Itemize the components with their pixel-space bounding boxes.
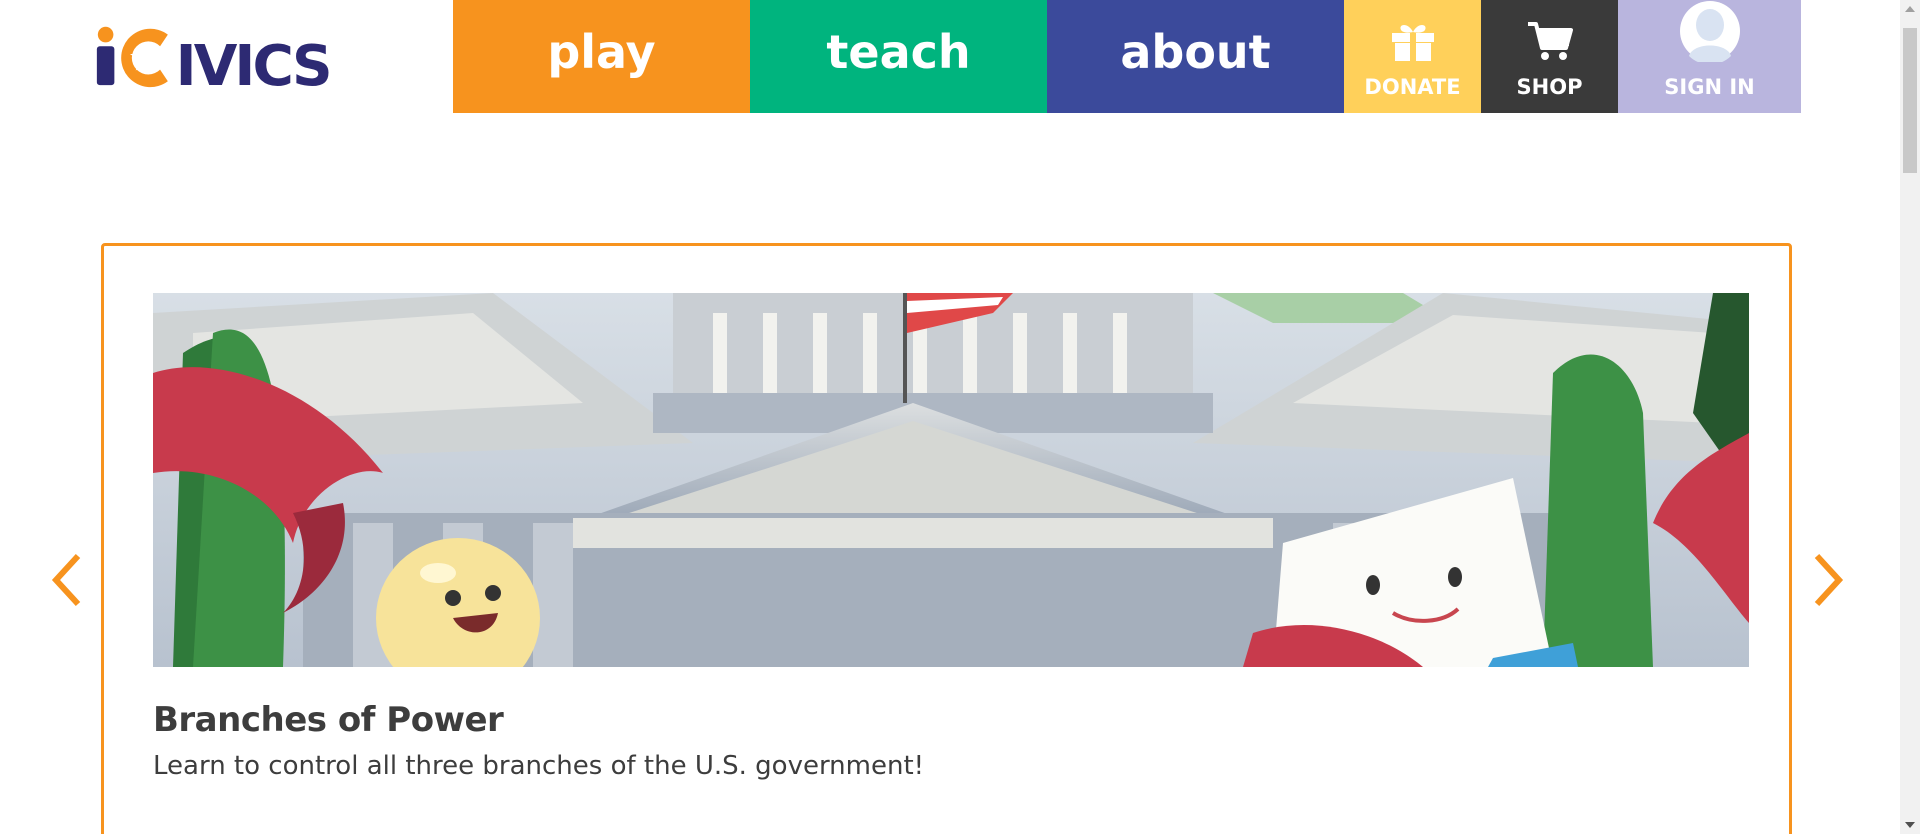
carousel-next-button[interactable] — [1805, 552, 1849, 608]
scroll-thumb[interactable] — [1903, 28, 1917, 173]
nav-about-label: about — [1120, 24, 1271, 79]
nav-shop-label: SHOP — [1516, 75, 1583, 99]
chevron-left-icon — [51, 553, 81, 607]
slide-title: Branches of Power — [153, 700, 504, 740]
nav-donate[interactable]: DONATE — [1344, 0, 1481, 113]
shopping-cart-icon — [1526, 20, 1574, 67]
page: IVICS play teach about DONATE SHOP SIGN … — [0, 0, 1920, 834]
nav-play-label: play — [547, 24, 656, 79]
nav-signin-label: SIGN IN — [1664, 75, 1755, 99]
slide-description: Learn to control all three branches of t… — [153, 751, 925, 781]
nav-play[interactable]: play — [453, 0, 750, 113]
nav-teach[interactable]: teach — [750, 0, 1047, 113]
nav-donate-label: DONATE — [1364, 75, 1461, 99]
gift-icon — [1390, 22, 1436, 67]
scroll-down-icon[interactable] — [1905, 822, 1915, 828]
svg-text:IVICS: IVICS — [176, 34, 330, 90]
avatar-icon — [1679, 0, 1741, 67]
carousel-slide[interactable]: Branches of Power Learn to control all t… — [101, 243, 1792, 834]
scroll-up-icon[interactable] — [1905, 6, 1915, 12]
nav-about[interactable]: about — [1047, 0, 1344, 113]
icivics-logo-icon: IVICS — [96, 26, 333, 90]
nav-shop[interactable]: SHOP — [1481, 0, 1618, 113]
icivics-logo[interactable]: IVICS — [92, 20, 374, 90]
carousel-prev-button[interactable] — [46, 552, 90, 608]
nav-teach-label: teach — [826, 24, 971, 79]
hero-image — [153, 293, 1749, 667]
chevron-right-icon — [1814, 553, 1844, 607]
vertical-scrollbar[interactable] — [1900, 0, 1920, 834]
capitol-illustration — [153, 293, 1749, 667]
main-nav: play teach about DONATE SHOP SIGN IN — [453, 0, 1801, 113]
nav-signin[interactable]: SIGN IN — [1618, 0, 1801, 113]
